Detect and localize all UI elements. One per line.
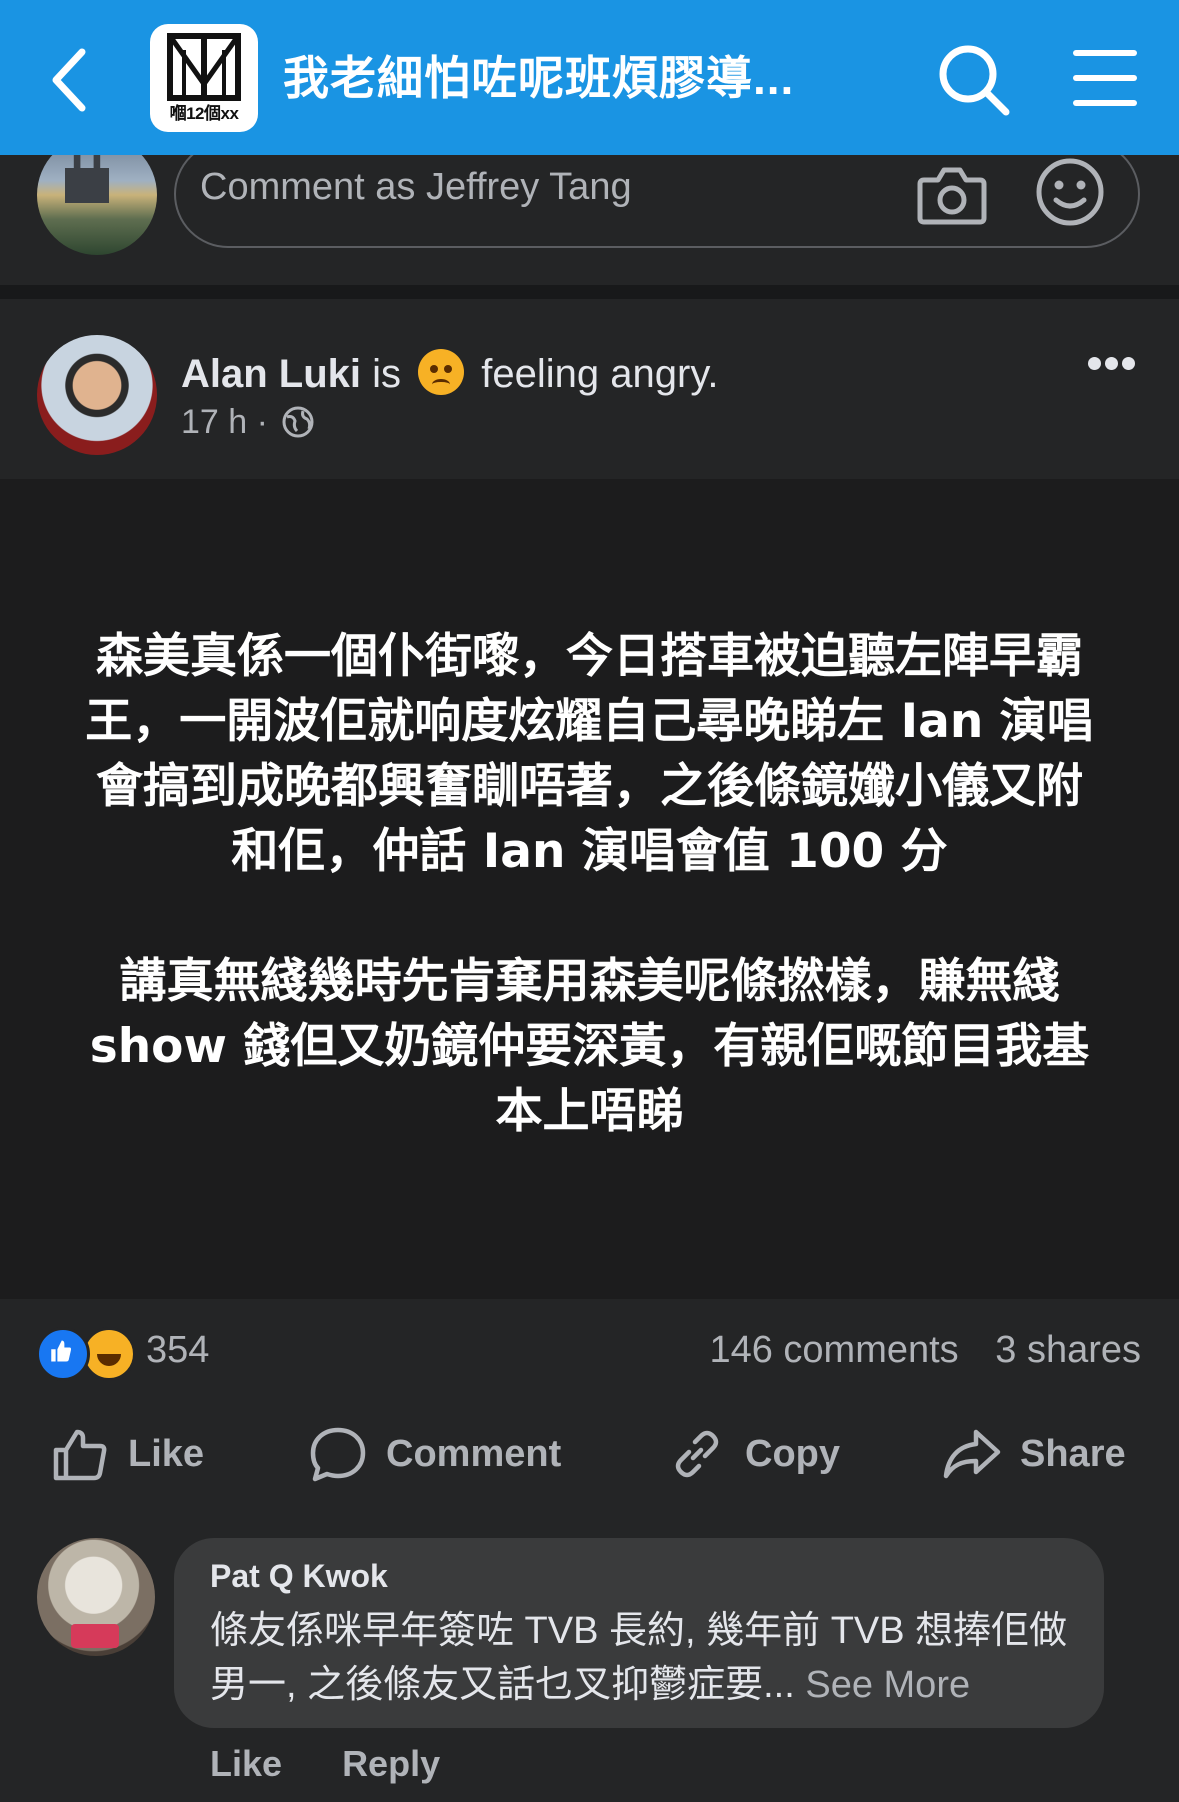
like-reaction-icon <box>36 1327 90 1381</box>
comments-count[interactable]: 146 comments <box>709 1329 958 1371</box>
more-options-button[interactable] <box>1088 357 1140 377</box>
comment-bubble[interactable]: Pat Q Kwok 條友係咪早年簽咗 TVB 長約, 幾年前 TVB 想捧佢做… <box>174 1538 1104 1728</box>
comment-input[interactable]: Comment as Jeffrey Tang <box>174 140 1140 248</box>
shares-count[interactable]: 3 shares <box>995 1329 1141 1371</box>
commenter-name[interactable]: Pat Q Kwok <box>210 1558 388 1595</box>
globe-icon <box>282 406 314 438</box>
comment-button[interactable]: Comment <box>308 1421 561 1487</box>
post-header: Alan Luki is feeling angry. 17 h · <box>0 299 1179 479</box>
share-arrow-icon <box>943 1429 1001 1479</box>
share-label: Share <box>1020 1432 1126 1475</box>
dot-icon <box>1088 357 1101 370</box>
reaction-count[interactable]: 354 <box>146 1329 209 1372</box>
search-button[interactable] <box>936 42 1012 118</box>
post-paragraph-2: 講真無綫幾時先肯棄用森美呢條撚樣，賺無綫 show 錢但又奶鏡仲要深黃，有親佢嘅… <box>89 954 1090 1139</box>
menu-button[interactable] <box>1070 45 1140 111</box>
search-icon <box>939 45 1010 116</box>
author-name[interactable]: Alan Luki <box>181 352 361 396</box>
like-button[interactable]: Like <box>50 1421 204 1487</box>
copy-button[interactable]: Copy <box>667 1421 840 1487</box>
share-button[interactable]: Share <box>942 1421 1126 1487</box>
speech-bubble-icon <box>310 1427 366 1482</box>
link-icon <box>675 1430 719 1478</box>
comment-placeholder: Comment as Jeffrey Tang <box>200 166 632 208</box>
post-paragraph-1: 森美真係一個仆街嚟，今日搭車被迫聽左陣早霸王，一開波佢就响度炫耀自己尋晚睇左 I… <box>85 629 1094 879</box>
copy-label: Copy <box>745 1432 840 1475</box>
reactions-summary[interactable]: 354 146 comments 3 shares <box>0 1299 1179 1399</box>
avatar-badge <box>71 1624 119 1648</box>
top-app-bar: 嗰12個xx 我老細怕咗呢班煩膠導... <box>0 0 1179 155</box>
angry-face-icon <box>418 349 465 395</box>
author-avatar[interactable] <box>37 335 157 455</box>
post-time[interactable]: 17 h <box>181 403 247 441</box>
post-meta: 17 h · <box>181 403 315 442</box>
emoji-button[interactable] <box>1034 156 1106 228</box>
hamburger-menu-icon <box>1073 50 1137 106</box>
comments-section: Pat Q Kwok 條友係咪早年簽咗 TVB 長約, 幾年前 TVB 想捧佢做… <box>0 1509 1179 1802</box>
comment-label: Comment <box>386 1432 562 1475</box>
group-logo-text: 嗰12個xx <box>169 104 239 123</box>
comment-text: 條友係咪早年簽咗 TVB 長約, 幾年前 TVB 想捧佢做男一, 之後條友又話乜… <box>210 1604 1080 1712</box>
feed-divider <box>0 285 1179 299</box>
feeling-text: feeling angry. <box>481 352 719 396</box>
dot-icon <box>1105 357 1118 370</box>
see-more-link[interactable]: See More <box>805 1664 970 1706</box>
haha-reaction-icon <box>82 1327 136 1381</box>
group-title[interactable]: 我老細怕咗呢班煩膠導... <box>283 42 794 108</box>
like-label: Like <box>128 1432 205 1475</box>
engagement-counts: 146 comments 3 shares <box>709 1329 1141 1372</box>
back-button[interactable] <box>40 40 100 120</box>
comment-actions: Like Reply <box>210 1743 440 1785</box>
smiley-icon <box>1036 158 1104 226</box>
chevron-left-icon <box>52 48 86 112</box>
post-body[interactable]: 森美真係一個仆街嚟，今日搭車被迫聽左陣早霸王，一開波佢就响度炫耀自己尋晚睇左 I… <box>0 479 1179 1677</box>
meta-separator: · <box>256 403 268 441</box>
commenter-avatar[interactable] <box>37 1538 155 1656</box>
camera-button[interactable] <box>916 162 988 228</box>
post-text: 森美真係一個仆街嚟，今日搭車被迫聽左陣早霸王，一開波佢就响度炫耀自己尋晚睇左 I… <box>80 624 1099 1209</box>
comment-like-button[interactable]: Like <box>210 1743 282 1784</box>
camera-icon <box>917 167 987 225</box>
dot-icon <box>1122 357 1135 370</box>
avatar-cathedral-shape <box>65 153 109 203</box>
comment-reply-button[interactable]: Reply <box>342 1743 440 1784</box>
thumbs-up-icon <box>53 1429 107 1481</box>
group-logo[interactable]: 嗰12個xx <box>150 24 258 132</box>
feeling-prefix: is <box>372 352 402 396</box>
author-line: Alan Luki is feeling angry. <box>181 349 718 397</box>
post-actions: Like Comment Copy Share <box>0 1399 1179 1509</box>
